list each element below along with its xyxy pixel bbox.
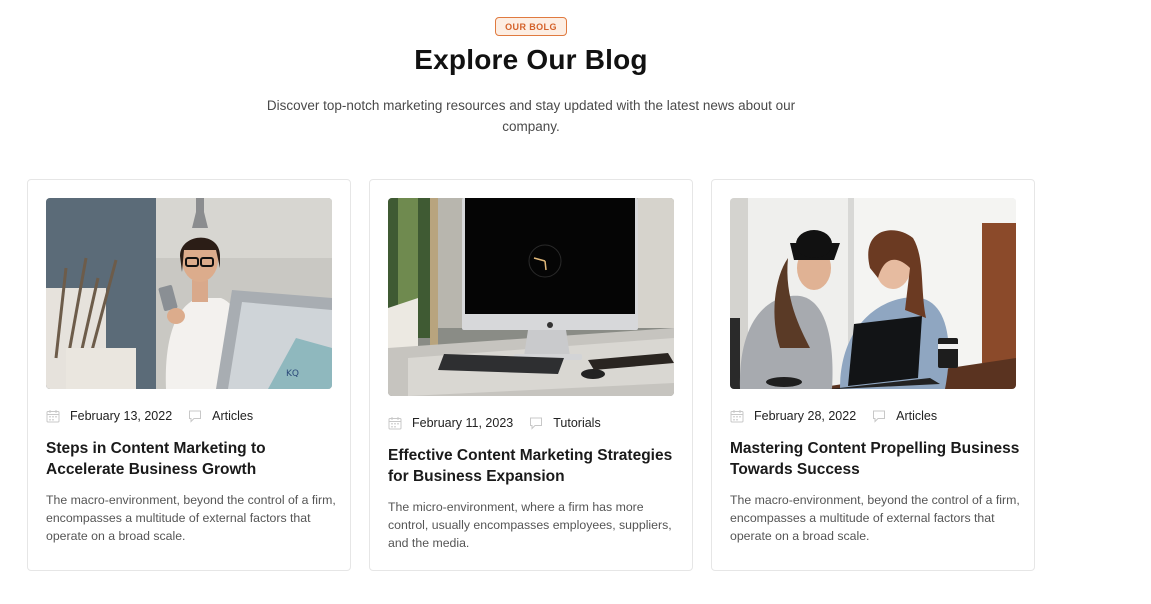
- post-date: February 13, 2022: [70, 409, 173, 423]
- post-title[interactable]: Mastering Content Propelling Business To…: [730, 438, 1020, 480]
- comment-icon: [873, 410, 886, 423]
- post-date: February 28, 2022: [754, 409, 857, 423]
- post-date: February 11, 2023: [412, 416, 514, 430]
- post-image[interactable]: [388, 198, 674, 396]
- post-meta: February 13, 2022 Articles: [46, 409, 253, 423]
- post-image[interactable]: KQ: [46, 198, 332, 389]
- calendar-icon: [388, 417, 402, 430]
- woman-with-phone-photo: KQ: [46, 198, 332, 389]
- svg-text:KQ: KQ: [286, 369, 299, 379]
- post-image[interactable]: [730, 198, 1016, 389]
- desktop-computer-photo: [388, 198, 674, 396]
- calendar-icon: [730, 410, 744, 423]
- post-meta: February 28, 2022 Articles: [730, 409, 937, 423]
- section-subtitle: Discover top-notch marketing resources a…: [266, 98, 796, 134]
- two-women-laptop-photo: [730, 198, 1016, 389]
- post-title[interactable]: Steps in Content Marketing to Accelerate…: [46, 438, 336, 480]
- post-excerpt: The micro-environment, where a firm has …: [388, 500, 672, 550]
- section-title: Explore Our Blog: [414, 44, 648, 75]
- blog-card[interactable]: February 28, 2022 Articles Mastering Con…: [711, 179, 1035, 571]
- comment-icon: [530, 417, 543, 430]
- post-title[interactable]: Effective Content Marketing Strategies f…: [388, 445, 678, 487]
- post-category[interactable]: Tutorials: [553, 416, 600, 430]
- post-category[interactable]: Articles: [212, 409, 253, 423]
- post-excerpt: The macro-environment, beyond the contro…: [730, 493, 1020, 543]
- section-badge: OUR BOLG: [495, 17, 567, 36]
- post-category[interactable]: Articles: [896, 409, 937, 423]
- post-excerpt: The macro-environment, beyond the contro…: [46, 493, 336, 543]
- comment-icon: [189, 410, 202, 423]
- blog-card[interactable]: February 11, 2023 Tutorials Effective Co…: [369, 179, 693, 571]
- post-meta: February 11, 2023 Tutorials: [388, 416, 601, 430]
- blog-card[interactable]: KQ February 13, 2022 Articles Steps in C…: [27, 179, 351, 571]
- calendar-icon: [46, 410, 60, 423]
